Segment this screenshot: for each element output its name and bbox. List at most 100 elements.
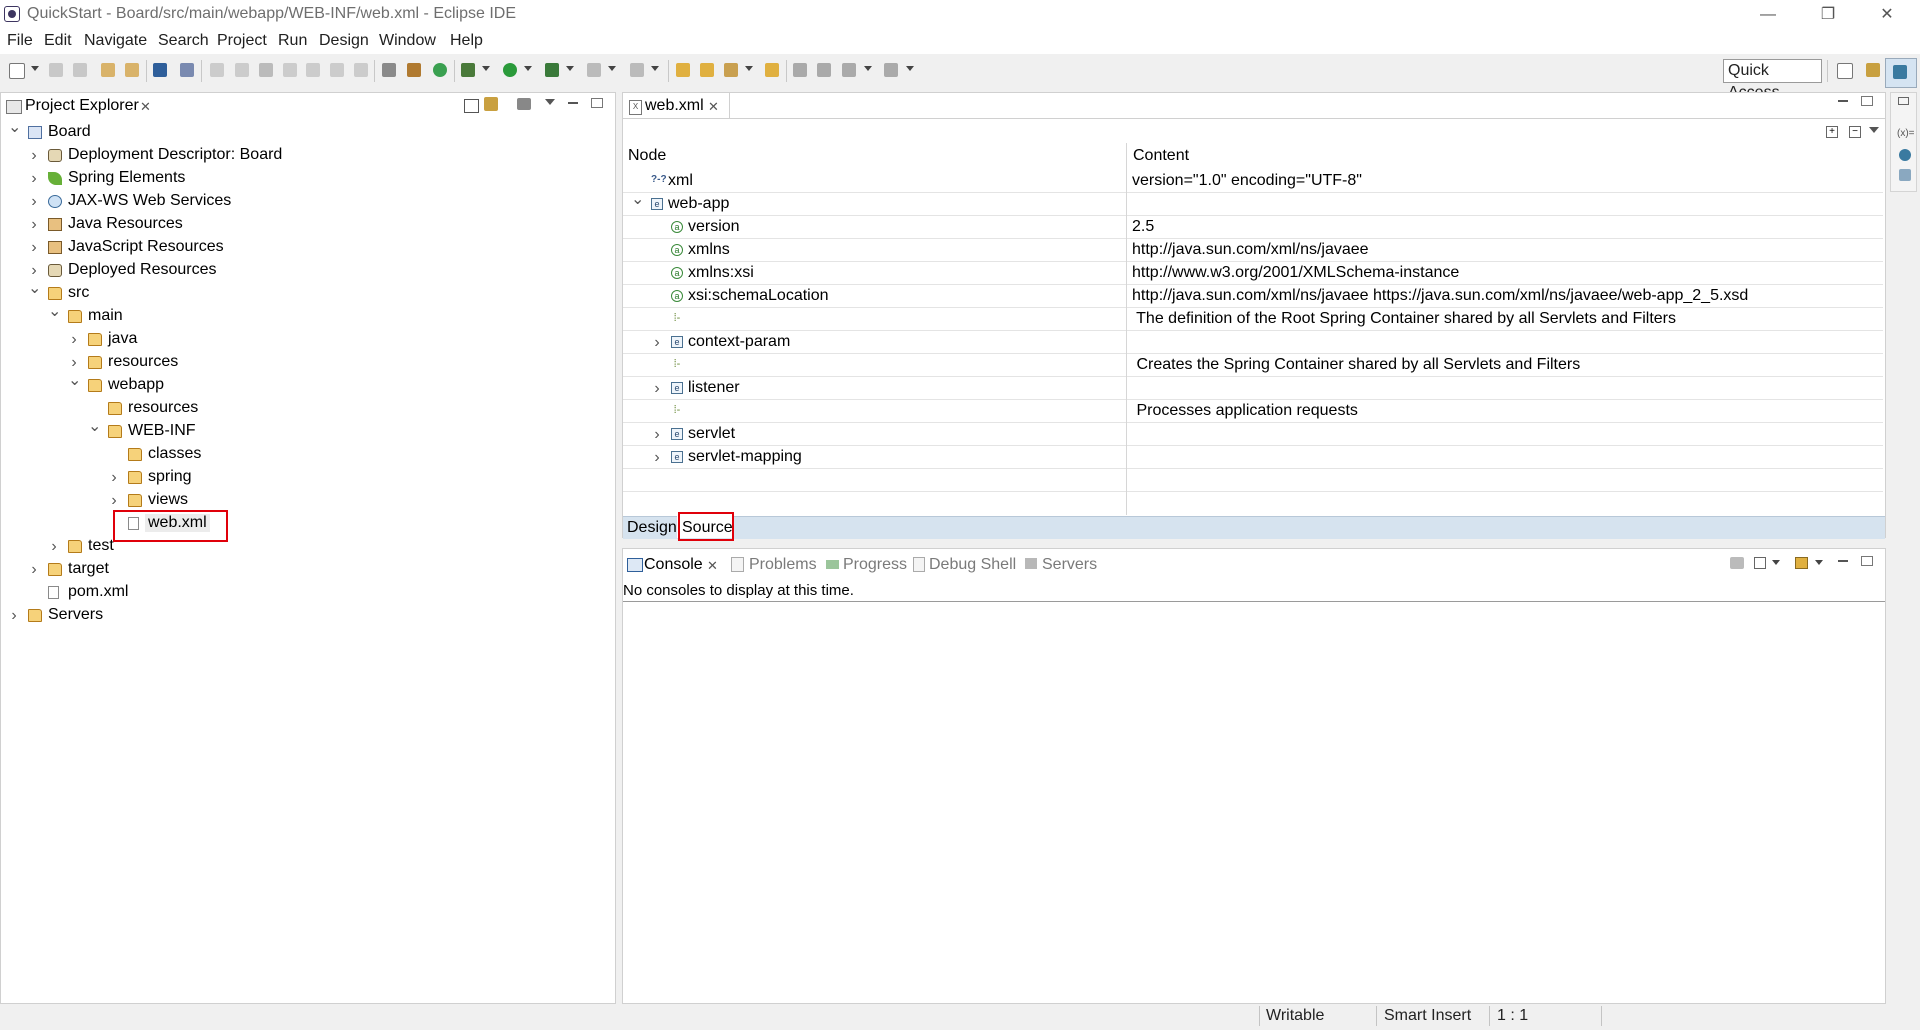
table-row[interactable]: › e servlet [623,423,1883,446]
debug-icon[interactable] [461,63,475,77]
print-icon[interactable] [101,63,115,77]
tree-item[interactable]: › spring [2,466,612,489]
close-button[interactable]: ✕ [1864,0,1910,30]
open-perspective-icon[interactable] [1837,63,1853,79]
table-row[interactable]: ⁞- The definition of the Root Spring Con… [623,308,1883,331]
tree-item[interactable]: web.xml [2,512,612,535]
expanded-chevron-icon[interactable]: ⌄ [28,281,41,305]
menu-search[interactable]: Search [158,32,209,50]
restore-stack-icon[interactable] [1898,97,1909,105]
collapsed-chevron-icon[interactable]: › [651,423,663,446]
breakpoints-icon[interactable] [1899,149,1911,161]
tree-item[interactable]: › Deployment Descriptor: Board [2,144,612,167]
collapsed-chevron-icon[interactable]: › [28,236,40,259]
new-package-icon[interactable] [700,63,714,77]
tree-item[interactable]: ⌄ WEB-INF [2,419,612,443]
save-all-icon[interactable] [73,63,87,77]
expanded-chevron-icon[interactable]: ⌄ [48,304,61,328]
collapsed-chevron-icon[interactable]: › [68,328,80,351]
tree-item[interactable]: › views [2,489,612,512]
tree-item[interactable]: › Servers [2,604,612,627]
table-row[interactable]: ⁞- Processes application requests [623,400,1883,423]
node-content[interactable]: http://java.sun.com/xml/ns/javaee [1132,241,1369,259]
forward-icon[interactable] [884,63,898,77]
search-dropdown-arrow-icon[interactable] [745,66,753,71]
new-icon[interactable] [9,63,25,79]
back-dropdown-arrow-icon[interactable] [864,66,872,71]
table-row[interactable] [623,469,1883,492]
new-dropdown-arrow-icon[interactable] [31,66,39,71]
forward-dropdown-arrow-icon[interactable] [906,66,914,71]
collapsed-chevron-icon[interactable]: › [108,489,120,512]
node-content[interactable]: Processes application requests [1132,402,1357,420]
table-row[interactable]: a xmlns:xsi http://www.w3.org/2001/XMLSche… [623,262,1883,285]
filter-icon[interactable] [517,98,531,110]
last-edit-location-icon[interactable] [817,63,831,77]
project-explorer-title[interactable]: Project Explorer [25,97,139,115]
next-annotation-icon[interactable] [793,63,807,77]
debug-perspective-button[interactable] [1885,58,1917,88]
minimize-view-icon[interactable] [568,102,578,104]
run-dropdown-arrow-icon[interactable] [524,66,532,71]
table-row[interactable]: ?-? xml version="1.0" encoding="UTF-8" [623,170,1883,193]
tree-item[interactable]: › Java Resources [2,213,612,236]
minimize-button[interactable]: — [1745,0,1791,30]
collapsed-chevron-icon[interactable]: › [28,144,40,167]
tree-item[interactable]: › target [2,558,612,581]
node-content[interactable]: http://www.w3.org/2001/XMLSchema-instanc… [1132,264,1459,282]
restore-button[interactable]: ❐ [1805,0,1851,30]
collapsed-chevron-icon[interactable]: › [8,604,20,627]
expanded-chevron-icon[interactable]: ⌄ [8,120,21,144]
table-row[interactable]: a version 2.5 [623,216,1883,239]
save-icon[interactable] [49,63,63,77]
tree-item[interactable]: › JavaScript Resources [2,236,612,259]
tree-item[interactable]: ⌄ main [2,304,612,328]
external-tools-dropdown-arrow-icon[interactable] [651,66,659,71]
console-view-icon[interactable] [153,63,167,77]
content-column-header[interactable]: Content [1133,147,1189,165]
expanded-chevron-icon[interactable]: ⌄ [68,373,81,397]
new-java-project-icon[interactable] [676,63,690,77]
back-icon[interactable] [842,63,856,77]
menu-file[interactable]: File [7,32,33,50]
tree-item[interactable]: classes [2,443,612,466]
menu-project[interactable]: Project [217,32,267,50]
table-row[interactable]: a xsi:schemaLocation http://java.sun.com/x… [623,285,1883,308]
expanded-chevron-icon[interactable]: ⌄ [88,419,101,443]
collapsed-chevron-icon[interactable]: › [651,377,663,400]
open-type-icon[interactable] [125,63,139,77]
collapsed-chevron-icon[interactable]: › [651,446,663,469]
collapse-all-nodes-icon[interactable]: − [1849,126,1861,138]
debug-shell-tab[interactable]: Debug Shell [929,556,1016,574]
open-console-icon[interactable] [1795,557,1808,569]
tree-item[interactable]: pom.xml [2,581,612,604]
tree-item[interactable]: › Deployed Resources [2,259,612,282]
debug-dropdown-arrow-icon[interactable] [482,66,490,71]
maximize-view-icon[interactable] [591,98,603,108]
view-menu-icon[interactable] [545,99,555,105]
tree-item[interactable]: ⌄ Board [2,120,612,144]
table-row[interactable]: ⁞- Creates the Spring Container shared b… [623,354,1883,377]
open-console-dropdown-icon[interactable] [1815,560,1823,565]
editor-view-menu-icon[interactable] [1869,127,1879,133]
collapse-all-icon[interactable] [464,99,479,113]
project-explorer-close-icon[interactable]: ✕ [140,99,151,115]
collapsed-chevron-icon[interactable]: › [28,558,40,581]
console-tab-close-icon[interactable]: ✕ [707,558,718,574]
editor-tab-close-icon[interactable]: ✕ [708,99,719,115]
expanded-chevron-icon[interactable]: ⌄ [631,192,644,216]
collapsed-chevron-icon[interactable]: › [28,167,40,190]
spring-tool-icon[interactable] [407,63,421,77]
search-tool-icon[interactable] [724,63,738,77]
table-row[interactable]: › e listener [623,377,1883,400]
stop-dropdown-arrow-icon[interactable] [608,66,616,71]
coverage-dropdown-arrow-icon[interactable] [566,66,574,71]
use-step-filters-icon[interactable] [382,63,396,77]
quick-access-input[interactable]: Quick Access [1723,59,1822,101]
display-console-icon[interactable] [1754,557,1766,569]
java-ee-perspective-icon[interactable] [1866,63,1880,77]
console-tab[interactable]: Console [644,556,703,574]
editor-maximize-icon[interactable] [1861,96,1873,106]
pin-console-icon[interactable] [1730,557,1744,569]
tree-item[interactable]: › test [2,535,612,558]
